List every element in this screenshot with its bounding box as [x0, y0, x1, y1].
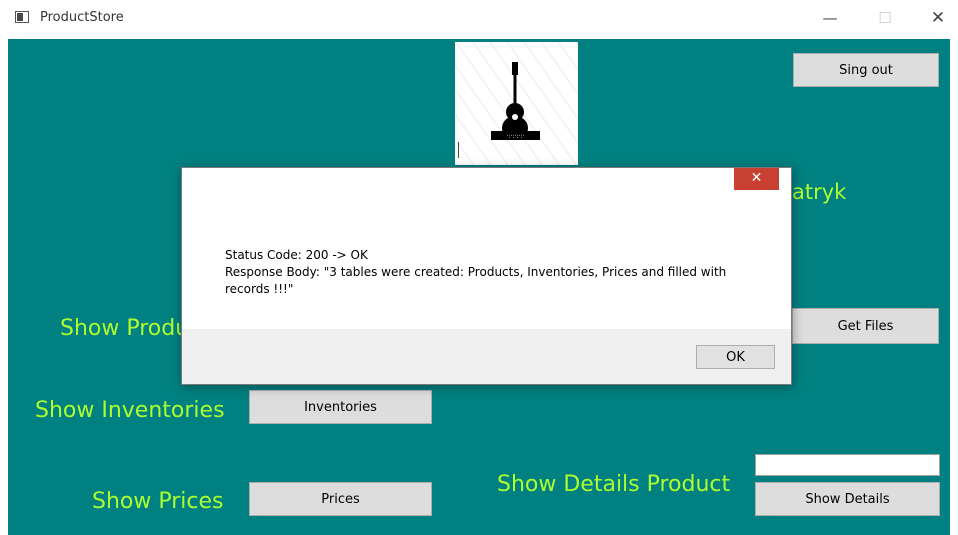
get-files-button[interactable]: Get Files [792, 308, 939, 344]
dialog-close-button[interactable]: ✕ [734, 168, 779, 190]
show-products-label: Show Produ [60, 316, 190, 341]
show-inventories-label: Show Inventories [35, 398, 225, 423]
welcome-label: atryk [792, 180, 847, 204]
app-icon [15, 11, 29, 23]
response-body-line: Response Body: "3 tables were created: P… [225, 265, 727, 296]
svg-text:·:·:·:·:·: ·:·:·:·:· [507, 133, 525, 140]
show-prices-label: Show Prices [92, 489, 224, 514]
inventories-button[interactable]: Inventories [249, 390, 432, 424]
maximize-button[interactable]: ☐ [865, 4, 905, 32]
minimize-button[interactable]: — [810, 4, 850, 32]
close-button[interactable]: ✕ [918, 4, 958, 32]
window-title: ProductStore [40, 10, 124, 25]
message-dialog: ✕ Status Code: 200 -> OK Response Body: … [181, 167, 792, 385]
prices-button[interactable]: Prices [249, 482, 432, 516]
show-details-button[interactable]: Show Details [755, 482, 940, 516]
status-line: Status Code: 200 -> OK [225, 248, 368, 262]
sign-out-button[interactable]: Sing out [793, 53, 939, 87]
dialog-message: Status Code: 200 -> OK Response Body: "3… [225, 247, 770, 298]
ok-button[interactable]: OK [696, 345, 775, 369]
dialog-footer: OK [182, 329, 791, 384]
show-details-product-label: Show Details Product [497, 472, 731, 497]
title-bar: ProductStore — ☐ ✕ [0, 0, 958, 39]
product-id-input[interactable] [755, 454, 940, 476]
guitar-logo-icon: ·:·:·:·:· [455, 42, 578, 165]
